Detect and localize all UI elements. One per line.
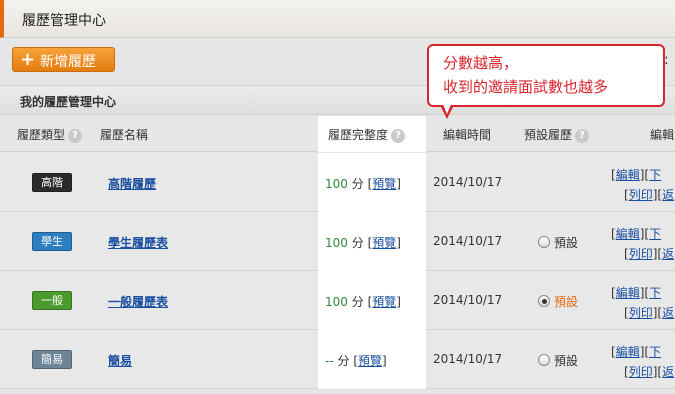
col-default-label: 預設履歷 [524,128,573,142]
edit-date: 2014/10/17 [433,175,503,189]
col-type: 履歷類型? [17,126,83,143]
score-value: 100 [325,236,348,250]
table-row: 一般 一般履歷表 100 分 [預覽] 2014/10/17 預設 [編輯][下 [列印][… [0,271,675,330]
row-actions: [編輯][下 [列印][返 [611,286,675,320]
more-link[interactable]: 返 [662,365,674,379]
col-completeness: 履歷完整度? [328,126,406,143]
default-radio[interactable] [538,295,550,307]
score-unit: 分 [351,177,364,191]
add-resume-label: 新增履歷 [40,54,96,70]
score-value: -- [325,354,334,368]
completeness-score: 100 分 [預覽] [325,236,401,250]
col-default: 預設履歷? [524,126,590,143]
preview-link[interactable]: 預覽 [372,295,396,309]
help-icon[interactable]: ? [575,128,590,143]
completeness-cell: -- 分 [預覽] [318,330,426,389]
table-row: 學生 學生履歷表 100 分 [預覽] 2014/10/17 預設 [編輯][下 [列印][… [0,212,675,271]
preview-link[interactable]: 預覽 [372,236,396,250]
top-bar: 履歷管理中心 [0,0,675,38]
callout-line2: 收到的邀請面試數也越多 [443,78,609,96]
edit-link[interactable]: 編輯 [616,168,640,182]
preview-link[interactable]: 預覽 [372,177,396,191]
score-unit: 分 [351,236,364,250]
download-link[interactable]: 下 [649,286,661,300]
resume-name-link[interactable]: 學生履歷表 [108,234,168,251]
help-icon[interactable]: ? [391,128,406,143]
callout: 分數越高， 收到的邀請面試數也越多 [427,44,665,107]
edit-date: 2014/10/17 [433,352,503,366]
more-link[interactable]: 返 [662,306,674,320]
resume-name-link[interactable]: 一般履歷表 [108,293,168,310]
print-link[interactable]: 列印 [629,247,653,261]
score-value: 100 [325,295,348,309]
print-link[interactable]: 列印 [629,188,653,202]
more-link[interactable]: 返 [662,247,674,261]
completeness-cell: 100 分 [預覽] [318,271,426,330]
download-link[interactable]: 下 [649,168,661,182]
print-link[interactable]: 列印 [629,365,653,379]
section-title: 我的履歷管理中心 [20,95,117,109]
default-radio[interactable] [538,236,550,248]
resume-type-badge: 一般 [32,291,72,310]
row-actions: [編輯][下 [列印][返 [611,227,675,261]
col-edit-time: 編輯時間 [443,128,492,142]
score-unit: 分 [351,295,364,309]
default-radio[interactable] [538,354,550,366]
plus-icon: + [20,49,36,70]
page: 履歷管理中心 + 新增履歷 : 我的履歷管理中心 履歷類型? 履歷名稱 履歷完整… [0,0,675,394]
edit-link[interactable]: 編輯 [616,345,640,359]
more-link[interactable]: 返 [662,188,674,202]
add-resume-button[interactable]: + 新增履歷 [12,47,115,72]
resume-type-badge: 學生 [32,232,72,251]
score-value: 100 [325,177,348,191]
default-label[interactable]: 預設 [554,352,578,369]
edit-link[interactable]: 編輯 [616,227,640,241]
callout-tail-inner [442,102,452,114]
resume-type-badge: 簡易 [32,350,72,369]
col-type-label: 履歷類型 [17,128,66,142]
col-name: 履歷名稱 [100,128,149,142]
download-link[interactable]: 下 [649,345,661,359]
col-completeness-label: 履歷完整度 [328,128,389,142]
callout-line1: 分數越高， [443,54,519,72]
page-title: 履歷管理中心 [22,13,106,29]
default-label[interactable]: 預設 [554,293,578,310]
resume-name-link[interactable]: 簡易 [108,352,132,369]
edit-link[interactable]: 編輯 [616,286,640,300]
completeness-score: 100 分 [預覽] [325,177,401,191]
edit-date: 2014/10/17 [433,293,503,307]
download-link[interactable]: 下 [649,227,661,241]
edit-date: 2014/10/17 [433,234,503,248]
print-link[interactable]: 列印 [629,306,653,320]
resume-name-link[interactable]: 高階履歷 [108,175,156,192]
completeness-score: 100 分 [預覽] [325,295,401,309]
preview-link[interactable]: 預覽 [358,354,382,368]
col-actions: 編輯 [650,128,675,142]
default-label[interactable]: 預設 [554,234,578,251]
row-actions: [編輯][下 [列印][返 [611,168,675,202]
resume-type-badge: 高階 [32,173,72,192]
completeness-cell: 100 分 [預覽] [318,153,426,212]
score-unit: 分 [337,354,350,368]
table-row: 高階 高階履歷 100 分 [預覽] 2014/10/17 [編輯][下 [列印][返 [0,153,675,212]
table-header: 履歷類型? 履歷名稱 履歷完整度? 編輯時間 預設履歷? 編輯 [0,116,675,152]
table-row: 簡易 簡易 -- 分 [預覽] 2014/10/17 預設 [編輯][下 [列印][返 [0,330,675,389]
help-icon[interactable]: ? [68,128,83,143]
completeness-cell: 100 分 [預覽] [318,212,426,271]
completeness-score: -- 分 [預覽] [325,354,387,368]
row-actions: [編輯][下 [列印][返 [611,345,675,379]
